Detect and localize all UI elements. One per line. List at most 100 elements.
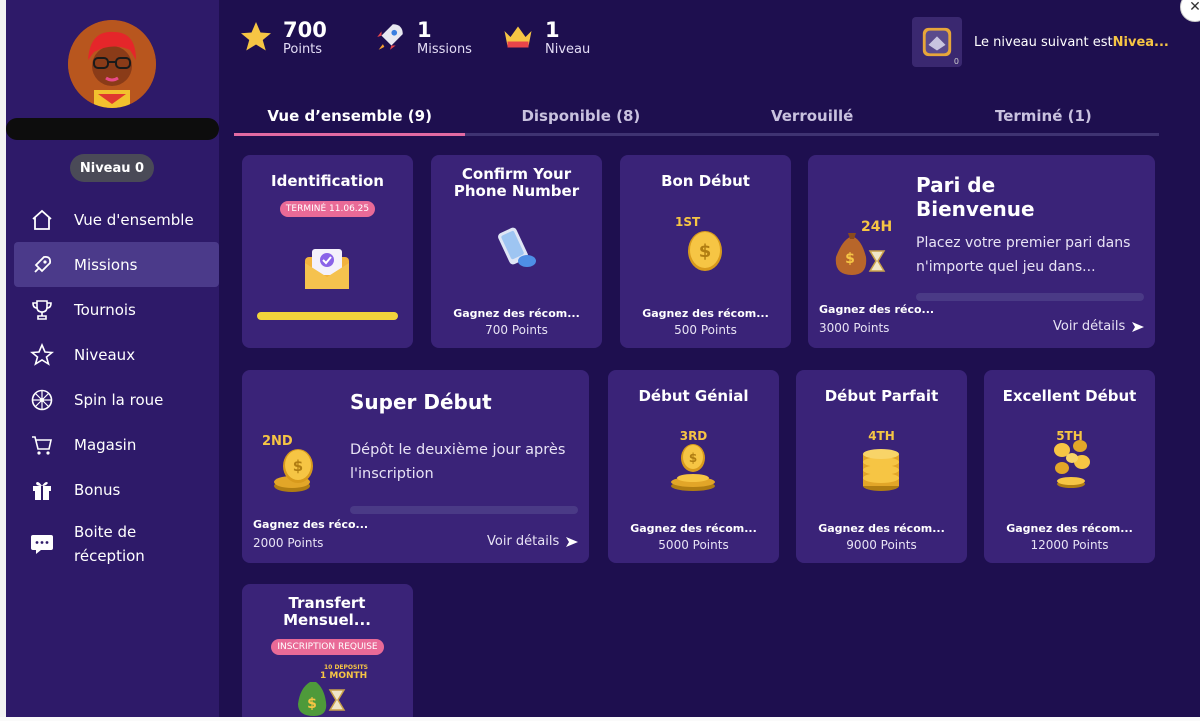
- art-deposits-label: 10 DEPOSITS: [324, 664, 368, 671]
- reward-points: 500 Points: [674, 323, 737, 337]
- window-bottom-edge: [0, 717, 1200, 721]
- reward-points: 12000 Points: [1030, 538, 1109, 552]
- level-value: 1: [545, 18, 560, 42]
- mission-card-debut-genial[interactable]: Début Génial 3RD $ Gagnez des récom... 5…: [608, 370, 779, 563]
- details-label: Voir détails: [1053, 319, 1126, 334]
- card-title: Identification: [271, 172, 384, 190]
- details-label: Voir détails: [487, 534, 560, 549]
- sidebar-item-label: Vue d'ensemble: [74, 210, 194, 229]
- trophy-icon: [28, 296, 56, 324]
- card-title: Début Parfait: [824, 387, 939, 405]
- status-badge: INSCRIPTION REQUISE: [271, 639, 384, 655]
- mission-card-super-debut[interactable]: Super Début 2ND $ Dépôt le deuxième jour…: [242, 370, 589, 563]
- reward-points: 3000 Points: [819, 321, 890, 335]
- svg-text:$: $: [699, 241, 712, 262]
- crown-icon: [499, 18, 537, 56]
- chat-icon: [28, 530, 56, 558]
- tab-locked[interactable]: Verrouillé: [697, 100, 928, 133]
- card-title: Super Début: [350, 390, 492, 414]
- card-description: Placez votre premier pari dans n'importe…: [916, 235, 1131, 275]
- reward-label: Gagnez des récom...: [818, 522, 945, 535]
- level-label: Niveau: [545, 42, 591, 57]
- sidebar-item-label: Missions: [74, 255, 138, 274]
- rank-label: 3RD: [679, 429, 708, 443]
- sidebar-item-label: Niveaux: [74, 345, 136, 364]
- sidebar-item-boite-reception[interactable]: Boite de réception: [14, 512, 219, 576]
- mission-card-transfert-mensuel[interactable]: Transfert Mensuel... INSCRIPTION REQUISE…: [242, 584, 413, 721]
- rocket-icon: [371, 18, 409, 56]
- sidebar-item-label: Boite de réception: [74, 523, 145, 565]
- stat-level: 1 Niveau: [499, 18, 590, 57]
- card-title: Excellent Début: [1002, 387, 1137, 405]
- sidebar-item-label: Magasin: [74, 435, 137, 454]
- sidebar: Niveau 0 Vue d'ensemble Missions Tournoi…: [6, 0, 219, 717]
- gift-icon: [28, 476, 56, 504]
- sidebar-item-niveaux[interactable]: Niveaux: [14, 332, 219, 377]
- reward-label: Gagnez des réco...: [253, 518, 369, 531]
- coin-stack-icon: $: [668, 442, 718, 496]
- level-badge: Niveau 0: [70, 154, 154, 182]
- progress-bar: [257, 312, 398, 320]
- coins-icon: $: [272, 446, 318, 498]
- details-link[interactable]: Voir détails: [1053, 319, 1145, 334]
- mission-card-excellent-debut[interactable]: Excellent Début 5TH Gagnez des récom... …: [984, 370, 1155, 563]
- sidebar-item-label: Spin la roue: [74, 390, 164, 409]
- next-level-icon: 0: [912, 17, 962, 67]
- missions-value: 1: [417, 18, 432, 42]
- arrow-right-icon: [1132, 321, 1145, 332]
- tab-completed[interactable]: Terminé (1): [928, 100, 1159, 133]
- tab-overview[interactable]: Vue d’ensemble (9): [234, 100, 466, 136]
- sidebar-item-magasin[interactable]: Magasin: [14, 422, 219, 467]
- details-link[interactable]: Voir détails: [487, 534, 579, 549]
- money-bag-icon: $: [294, 676, 358, 720]
- stat-missions: 1 Missions: [371, 18, 472, 57]
- reward-label: Gagnez des récom...: [630, 522, 757, 535]
- money-bag-icon: $: [828, 227, 890, 283]
- redacted-username: [6, 118, 219, 140]
- sidebar-item-vue-ensemble[interactable]: Vue d'ensemble: [14, 197, 219, 242]
- points-value: 700: [283, 18, 327, 42]
- svg-text:$: $: [845, 251, 855, 267]
- progress-bar: [350, 506, 578, 514]
- mission-card-phone[interactable]: Confirm Your Phone Number Gagnez des réc…: [431, 155, 602, 348]
- card-title: Début Génial: [638, 387, 749, 405]
- arrow-right-icon: [566, 536, 579, 547]
- star-icon: [28, 341, 56, 369]
- next-level-highlight: Nivea...: [1112, 34, 1169, 50]
- card-description: Dépôt le deuxième jour après l'inscripti…: [350, 442, 566, 482]
- svg-text:$: $: [293, 457, 303, 475]
- sidebar-item-spin[interactable]: Spin la roue: [14, 377, 219, 422]
- mission-card-identification[interactable]: Identification TERMINÉ 11.06.25: [242, 155, 413, 348]
- envelope-check-icon: [302, 245, 352, 295]
- coin-icon: $: [685, 229, 725, 277]
- svg-text:$: $: [689, 451, 697, 465]
- home-icon: [28, 206, 56, 234]
- wheel-icon: [28, 386, 56, 414]
- points-label: Points: [283, 42, 323, 57]
- sidebar-item-tournois[interactable]: Tournois: [14, 287, 219, 332]
- next-level-info[interactable]: 0 Le niveau suivant est Nivea...: [912, 17, 1169, 67]
- reward-points: 9000 Points: [846, 538, 917, 552]
- phone-icon: [491, 223, 541, 277]
- missions-label: Missions: [417, 42, 472, 57]
- card-title: Transfert Mensuel...: [283, 594, 371, 629]
- reward-points: 5000 Points: [658, 538, 729, 552]
- coin-tower-icon: [860, 442, 902, 496]
- avatar[interactable]: [68, 20, 156, 108]
- mission-card-debut-parfait[interactable]: Début Parfait 4TH Gagnez des récom... 90…: [796, 370, 967, 563]
- reward-points: 700 Points: [485, 323, 548, 337]
- cart-icon: [28, 431, 56, 459]
- status-badge: TERMINÉ 11.06.25: [279, 201, 376, 217]
- rocket-icon: [28, 251, 56, 279]
- reward-label: Gagnez des récom...: [453, 307, 580, 320]
- card-title: Confirm Your Phone Number: [453, 165, 580, 200]
- stat-points: 700 Points: [237, 18, 327, 57]
- sidebar-item-bonus[interactable]: Bonus: [14, 467, 219, 512]
- mission-card-pari-bienvenue[interactable]: Pari de Bienvenue 24H $ Placez votre pre…: [808, 155, 1155, 348]
- sidebar-item-missions[interactable]: Missions: [14, 242, 219, 287]
- mission-card-bon-debut[interactable]: Bon Début 1ST $ Gagnez des récom... 500 …: [620, 155, 791, 348]
- next-level-count: 0: [953, 57, 959, 66]
- progress-bar: [916, 293, 1144, 301]
- tab-available[interactable]: Disponible (8): [465, 100, 696, 133]
- coin-fountain-icon: [1048, 436, 1094, 494]
